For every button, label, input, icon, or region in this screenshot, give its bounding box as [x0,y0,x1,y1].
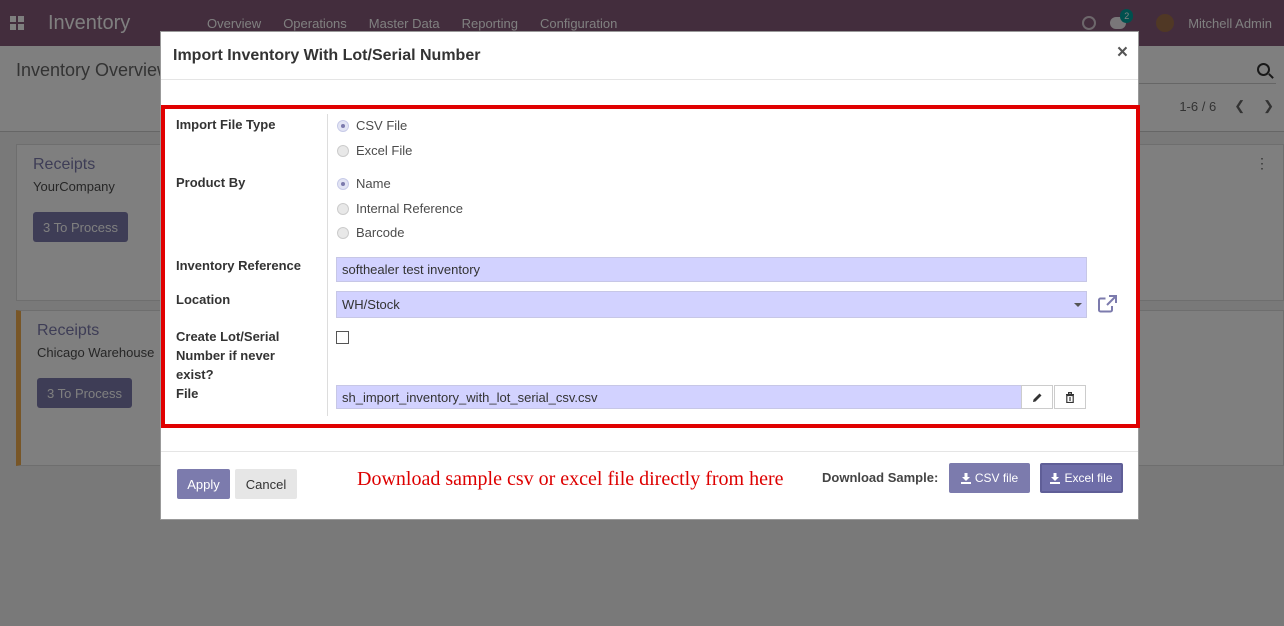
label-divider [327,114,328,416]
create-lot-label-line3: exist? [176,367,214,382]
inventory-reference-label: Inventory Reference [176,258,301,273]
clear-file-button[interactable] [1054,385,1086,409]
create-lot-checkbox[interactable] [336,331,349,344]
radio-barcode[interactable]: Barcode [337,225,404,240]
file-name-field[interactable]: sh_import_inventory_with_lot_serial_csv.… [336,385,1022,409]
radio-button[interactable] [337,144,349,157]
download-icon [960,472,971,484]
radio-name[interactable]: Name [337,176,391,191]
pencil-icon [1032,393,1041,402]
close-icon[interactable]: × [1117,42,1128,64]
edit-file-button[interactable] [1021,385,1053,409]
external-link-icon[interactable] [1098,295,1118,313]
radio-button[interactable] [337,202,349,215]
inventory-reference-input[interactable]: softhealer test inventory [336,257,1087,282]
create-lot-label-line1: Create Lot/Serial [176,329,280,344]
trash-icon [1066,391,1074,403]
radio-button-selected[interactable] [337,119,349,132]
dialog-footer: Apply Cancel Download sample csv or exce… [161,451,1138,521]
download-excel-label: Excel file [1064,471,1113,485]
download-csv-label: CSV file [974,471,1019,485]
download-csv-button[interactable]: CSV file [949,463,1030,493]
dialog-header: Import Inventory With Lot/Serial Number [161,32,1138,80]
cancel-button[interactable]: Cancel [235,469,297,499]
radio-label: Internal Reference [356,201,463,216]
location-label: Location [176,292,231,307]
radio-label: Excel File [356,143,413,158]
create-lot-label-line2: Number if never [176,348,275,363]
file-label: File [176,386,199,401]
download-sample-label: Download Sample: [822,470,939,485]
apply-button[interactable]: Apply [177,469,230,499]
radio-button-selected[interactable] [337,177,349,190]
radio-label: Barcode [356,225,405,240]
import-dialog: Import Inventory With Lot/Serial Number … [160,31,1140,521]
product-by-label: Product By [176,175,246,190]
dropdown-caret-icon[interactable] [1074,303,1082,307]
dialog-title: Import Inventory With Lot/Serial Number [173,46,481,64]
file-type-label: Import File Type [176,117,276,132]
location-value: WH/Stock [342,297,400,312]
download-icon [1050,472,1061,484]
radio-excel-file[interactable]: Excel File [337,143,412,158]
radio-csv-file[interactable]: CSV File [337,118,407,133]
download-excel-button[interactable]: Excel file [1040,463,1123,493]
radio-label: Name [356,176,391,191]
radio-button[interactable] [337,226,349,239]
radio-internal-reference[interactable]: Internal Reference [337,201,463,216]
radio-label: CSV File [356,118,408,133]
location-select[interactable]: WH/Stock [336,291,1087,318]
download-hint-note: Download sample csv or excel file direct… [357,468,784,490]
